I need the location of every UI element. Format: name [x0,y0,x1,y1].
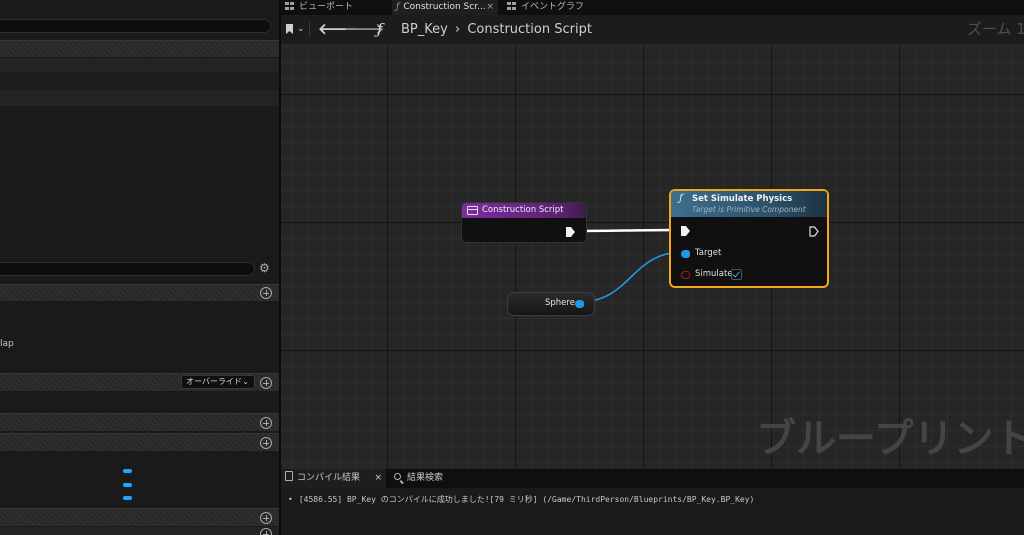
tab-label: 結果検索 [407,473,444,483]
close-icon[interactable]: × [374,469,382,488]
close-icon[interactable]: × [486,0,494,14]
breadcrumb-separator: › [454,22,461,37]
bottom-tab-bar: コンパイル結果 × 結果検索 [281,469,1024,488]
override-dropdown[interactable]: オーバーライド ⌄ [181,375,255,389]
category-header[interactable] [0,413,279,431]
script-icon [467,206,478,215]
add-circle-icon[interactable] [260,512,272,524]
exec-wire[interactable] [573,228,685,233]
tab-label: イベントグラフ [521,2,585,12]
tab-label: Construction Scr... [403,2,486,12]
node-title: Construction Script [482,205,564,215]
exec-out-pin[interactable] [809,226,819,237]
sphere-output-pin[interactable] [575,300,584,308]
chevron-down-icon: ⌄ [297,24,305,34]
category-header[interactable] [0,527,279,535]
details-search-input[interactable] [0,262,255,276]
target-pin[interactable] [681,250,690,258]
add-circle-icon[interactable] [260,377,272,389]
simulate-pin[interactable] [681,271,690,279]
bookmark-button[interactable]: ⌄ [281,15,307,44]
node-header: ƒ Set Simulate Physics Target is Primiti… [671,191,827,217]
exec-in-pin[interactable] [681,226,690,236]
bookmark-icon [286,24,293,34]
function-icon: ƒ [396,2,400,12]
graph-canvas[interactable]: ブループリント Construction Script ƒ Set Simula… [281,44,1024,469]
tab-compile-results[interactable]: コンパイル結果 × [281,469,386,488]
pin-label-simulate: Simulate [695,269,733,279]
node-header: Construction Script [462,203,586,218]
breadcrumb-graph[interactable]: Construction Script [467,22,592,37]
toolbar-divider [309,22,310,37]
editor-tab-bar: ビューポート ƒ Construction Scr... × イベントグラフ [281,0,1024,15]
tab-viewport[interactable]: ビューポート [285,0,385,15]
category-header[interactable] [0,508,279,526]
exec-out-pin[interactable] [566,227,575,237]
chevron-down-icon: ⌄ [242,377,249,386]
category-header[interactable] [0,284,279,301]
bullet-icon: • [288,495,293,504]
tab-construction-script[interactable]: ƒ Construction Scr... × [392,0,498,15]
variable-pin-icon [123,469,132,473]
breadcrumb: BP_Key › Construction Script [401,15,592,44]
compiler-results-panel: コンパイル結果 × 結果検索 • [4586.55] BP_Key のコンパイルに… [281,469,1024,535]
details-panel: ⚙ lap オーバーライド ⌄ [0,0,279,535]
category-header[interactable] [0,433,279,451]
checkmark-icon [732,269,740,278]
variable-pin-icon [123,496,132,500]
graph-toolbar: ⌄ 🡐 🡒 ƒ BP_Key › Construction Script ズーム… [281,15,1024,44]
breadcrumb-blueprint[interactable]: BP_Key [401,22,448,37]
node-title: Set Simulate Physics [692,194,793,204]
wires-layer [573,228,685,303]
property-row [0,74,279,89]
pin-label-target: Target [695,248,722,258]
function-icon: ƒ [679,193,683,204]
panel-search-input[interactable] [0,19,271,33]
override-label: オーバーライド [186,377,242,386]
blueprint-editor: ⚙ lap オーバーライド ⌄ ビューポート ƒ Construction Sc… [0,0,1024,535]
function-icon: ƒ [377,20,383,38]
tab-find-results[interactable]: 結果検索 [394,469,474,488]
construction-script-node[interactable]: Construction Script [461,202,587,243]
add-circle-icon[interactable] [260,287,272,299]
gear-icon[interactable]: ⚙ [259,262,270,274]
property-row [0,90,279,106]
property-label: lap [0,339,14,349]
tab-label: コンパイル結果 [297,473,361,483]
property-row [0,58,279,73]
tab-event-graph[interactable]: イベントグラフ [507,0,597,15]
add-circle-icon[interactable] [260,437,272,449]
add-circle-icon[interactable] [260,528,272,535]
log-text: [4586.55] BP_Key のコンパイルに成功しました![79 ミリ秒] … [298,495,755,504]
grid-icon [507,2,516,10]
set-simulate-physics-node[interactable]: ƒ Set Simulate Physics Target is Primiti… [669,189,829,288]
node-title: Sphere [545,298,575,308]
search-icon [394,473,401,480]
grid-icon [285,2,294,10]
tab-label: ビューポート [299,2,354,12]
category-header[interactable] [0,40,279,57]
sphere-variable-node[interactable]: Sphere [507,292,595,316]
simulate-checkbox[interactable] [731,269,742,280]
target-wire[interactable] [578,251,684,303]
add-circle-icon[interactable] [260,417,272,429]
clipboard-icon [285,471,293,481]
log-entry: • [4586.55] BP_Key のコンパイルに成功しました![79 ミリ秒]… [288,494,754,505]
node-subtitle: Target is Primitive Component [692,205,806,214]
variable-pin-icon [123,483,132,487]
zoom-label: ズーム 1: [967,20,1024,38]
